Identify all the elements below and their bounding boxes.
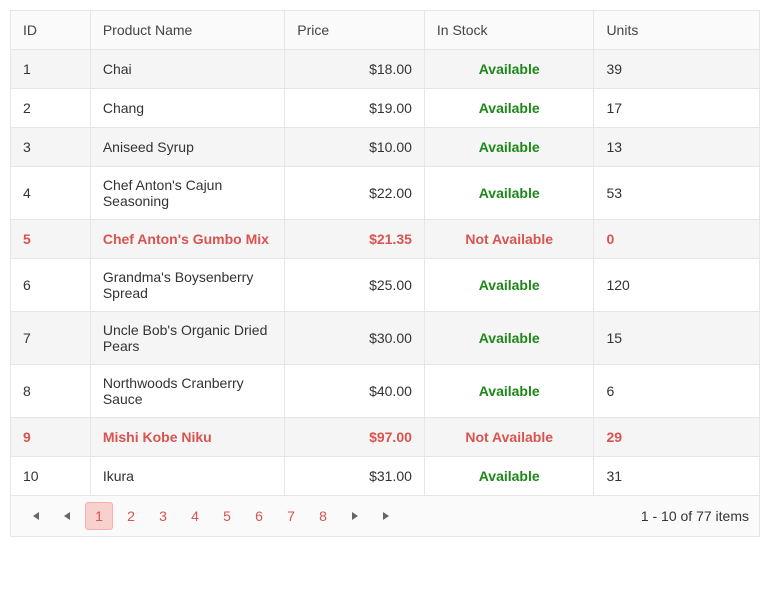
cell-name: Chang bbox=[91, 89, 285, 127]
cell-name: Chef Anton's Gumbo Mix bbox=[91, 220, 285, 258]
cell-units: 39 bbox=[594, 50, 759, 88]
cell-units: 31 bbox=[594, 457, 759, 495]
table-row[interactable]: 6Grandma's Boysenberry Spread$25.00Avail… bbox=[11, 259, 759, 312]
cell-stock: Available bbox=[425, 312, 595, 364]
cell-stock: Available bbox=[425, 167, 595, 219]
cell-price: $18.00 bbox=[285, 50, 425, 88]
cell-units: 53 bbox=[594, 167, 759, 219]
cell-price: $19.00 bbox=[285, 89, 425, 127]
cell-id: 5 bbox=[11, 220, 91, 258]
cell-stock: Available bbox=[425, 457, 595, 495]
cell-id: 10 bbox=[11, 457, 91, 495]
cell-price: $10.00 bbox=[285, 128, 425, 166]
cell-id: 1 bbox=[11, 50, 91, 88]
cell-stock: Not Available bbox=[425, 418, 595, 456]
table-row[interactable]: 5Chef Anton's Gumbo Mix$21.35Not Availab… bbox=[11, 220, 759, 259]
cell-name: Uncle Bob's Organic Dried Pears bbox=[91, 312, 285, 364]
col-header-units[interactable]: Units bbox=[594, 11, 759, 49]
table-row[interactable]: 1Chai$18.00Available39 bbox=[11, 50, 759, 89]
product-grid: ID Product Name Price In Stock Units 1Ch… bbox=[10, 10, 760, 537]
table-row[interactable]: 8Northwoods Cranberry Sauce$40.00Availab… bbox=[11, 365, 759, 418]
cell-name: Chai bbox=[91, 50, 285, 88]
cell-units: 6 bbox=[594, 365, 759, 417]
table-row[interactable]: 3Aniseed Syrup$10.00Available13 bbox=[11, 128, 759, 167]
cell-stock: Available bbox=[425, 128, 595, 166]
cell-stock: Available bbox=[425, 50, 595, 88]
cell-price: $31.00 bbox=[285, 457, 425, 495]
col-header-name[interactable]: Product Name bbox=[91, 11, 285, 49]
cell-units: 29 bbox=[594, 418, 759, 456]
table-row[interactable]: 4Chef Anton's Cajun Seasoning$22.00Avail… bbox=[11, 167, 759, 220]
cell-id: 4 bbox=[11, 167, 91, 219]
cell-id: 2 bbox=[11, 89, 91, 127]
pager-page-1[interactable]: 1 bbox=[85, 502, 113, 530]
pager-last-icon[interactable] bbox=[373, 502, 401, 530]
cell-id: 9 bbox=[11, 418, 91, 456]
cell-price: $25.00 bbox=[285, 259, 425, 311]
pager-page-7[interactable]: 7 bbox=[277, 502, 305, 530]
cell-price: $21.35 bbox=[285, 220, 425, 258]
cell-price: $40.00 bbox=[285, 365, 425, 417]
cell-units: 15 bbox=[594, 312, 759, 364]
cell-units: 13 bbox=[594, 128, 759, 166]
cell-name: Chef Anton's Cajun Seasoning bbox=[91, 167, 285, 219]
col-header-id[interactable]: ID bbox=[11, 11, 91, 49]
pager-page-3[interactable]: 3 bbox=[149, 502, 177, 530]
cell-id: 6 bbox=[11, 259, 91, 311]
cell-units: 120 bbox=[594, 259, 759, 311]
pager-page-4[interactable]: 4 bbox=[181, 502, 209, 530]
pager-first-icon[interactable] bbox=[21, 502, 49, 530]
cell-price: $97.00 bbox=[285, 418, 425, 456]
cell-name: Aniseed Syrup bbox=[91, 128, 285, 166]
cell-stock: Available bbox=[425, 365, 595, 417]
header-row: ID Product Name Price In Stock Units bbox=[11, 11, 759, 50]
cell-name: Grandma's Boysenberry Spread bbox=[91, 259, 285, 311]
cell-units: 0 bbox=[594, 220, 759, 258]
table-row[interactable]: 9Mishi Kobe Niku$97.00Not Available29 bbox=[11, 418, 759, 457]
cell-units: 17 bbox=[594, 89, 759, 127]
pager-prev-icon[interactable] bbox=[53, 502, 81, 530]
pager-info: 1 - 10 of 77 items bbox=[641, 508, 749, 524]
pager-page-2[interactable]: 2 bbox=[117, 502, 145, 530]
pager: 12345678 1 - 10 of 77 items bbox=[11, 495, 759, 536]
cell-stock: Available bbox=[425, 259, 595, 311]
cell-name: Northwoods Cranberry Sauce bbox=[91, 365, 285, 417]
table-row[interactable]: 2Chang$19.00Available17 bbox=[11, 89, 759, 128]
cell-price: $22.00 bbox=[285, 167, 425, 219]
cell-price: $30.00 bbox=[285, 312, 425, 364]
cell-id: 7 bbox=[11, 312, 91, 364]
cell-id: 8 bbox=[11, 365, 91, 417]
pager-page-5[interactable]: 5 bbox=[213, 502, 241, 530]
pager-page-6[interactable]: 6 bbox=[245, 502, 273, 530]
cell-stock: Available bbox=[425, 89, 595, 127]
table-row[interactable]: 7Uncle Bob's Organic Dried Pears$30.00Av… bbox=[11, 312, 759, 365]
pager-next-icon[interactable] bbox=[341, 502, 369, 530]
col-header-stock[interactable]: In Stock bbox=[425, 11, 595, 49]
pager-page-8[interactable]: 8 bbox=[309, 502, 337, 530]
cell-id: 3 bbox=[11, 128, 91, 166]
col-header-price[interactable]: Price bbox=[285, 11, 425, 49]
cell-name: Mishi Kobe Niku bbox=[91, 418, 285, 456]
table-row[interactable]: 10Ikura$31.00Available31 bbox=[11, 457, 759, 495]
cell-stock: Not Available bbox=[425, 220, 595, 258]
cell-name: Ikura bbox=[91, 457, 285, 495]
